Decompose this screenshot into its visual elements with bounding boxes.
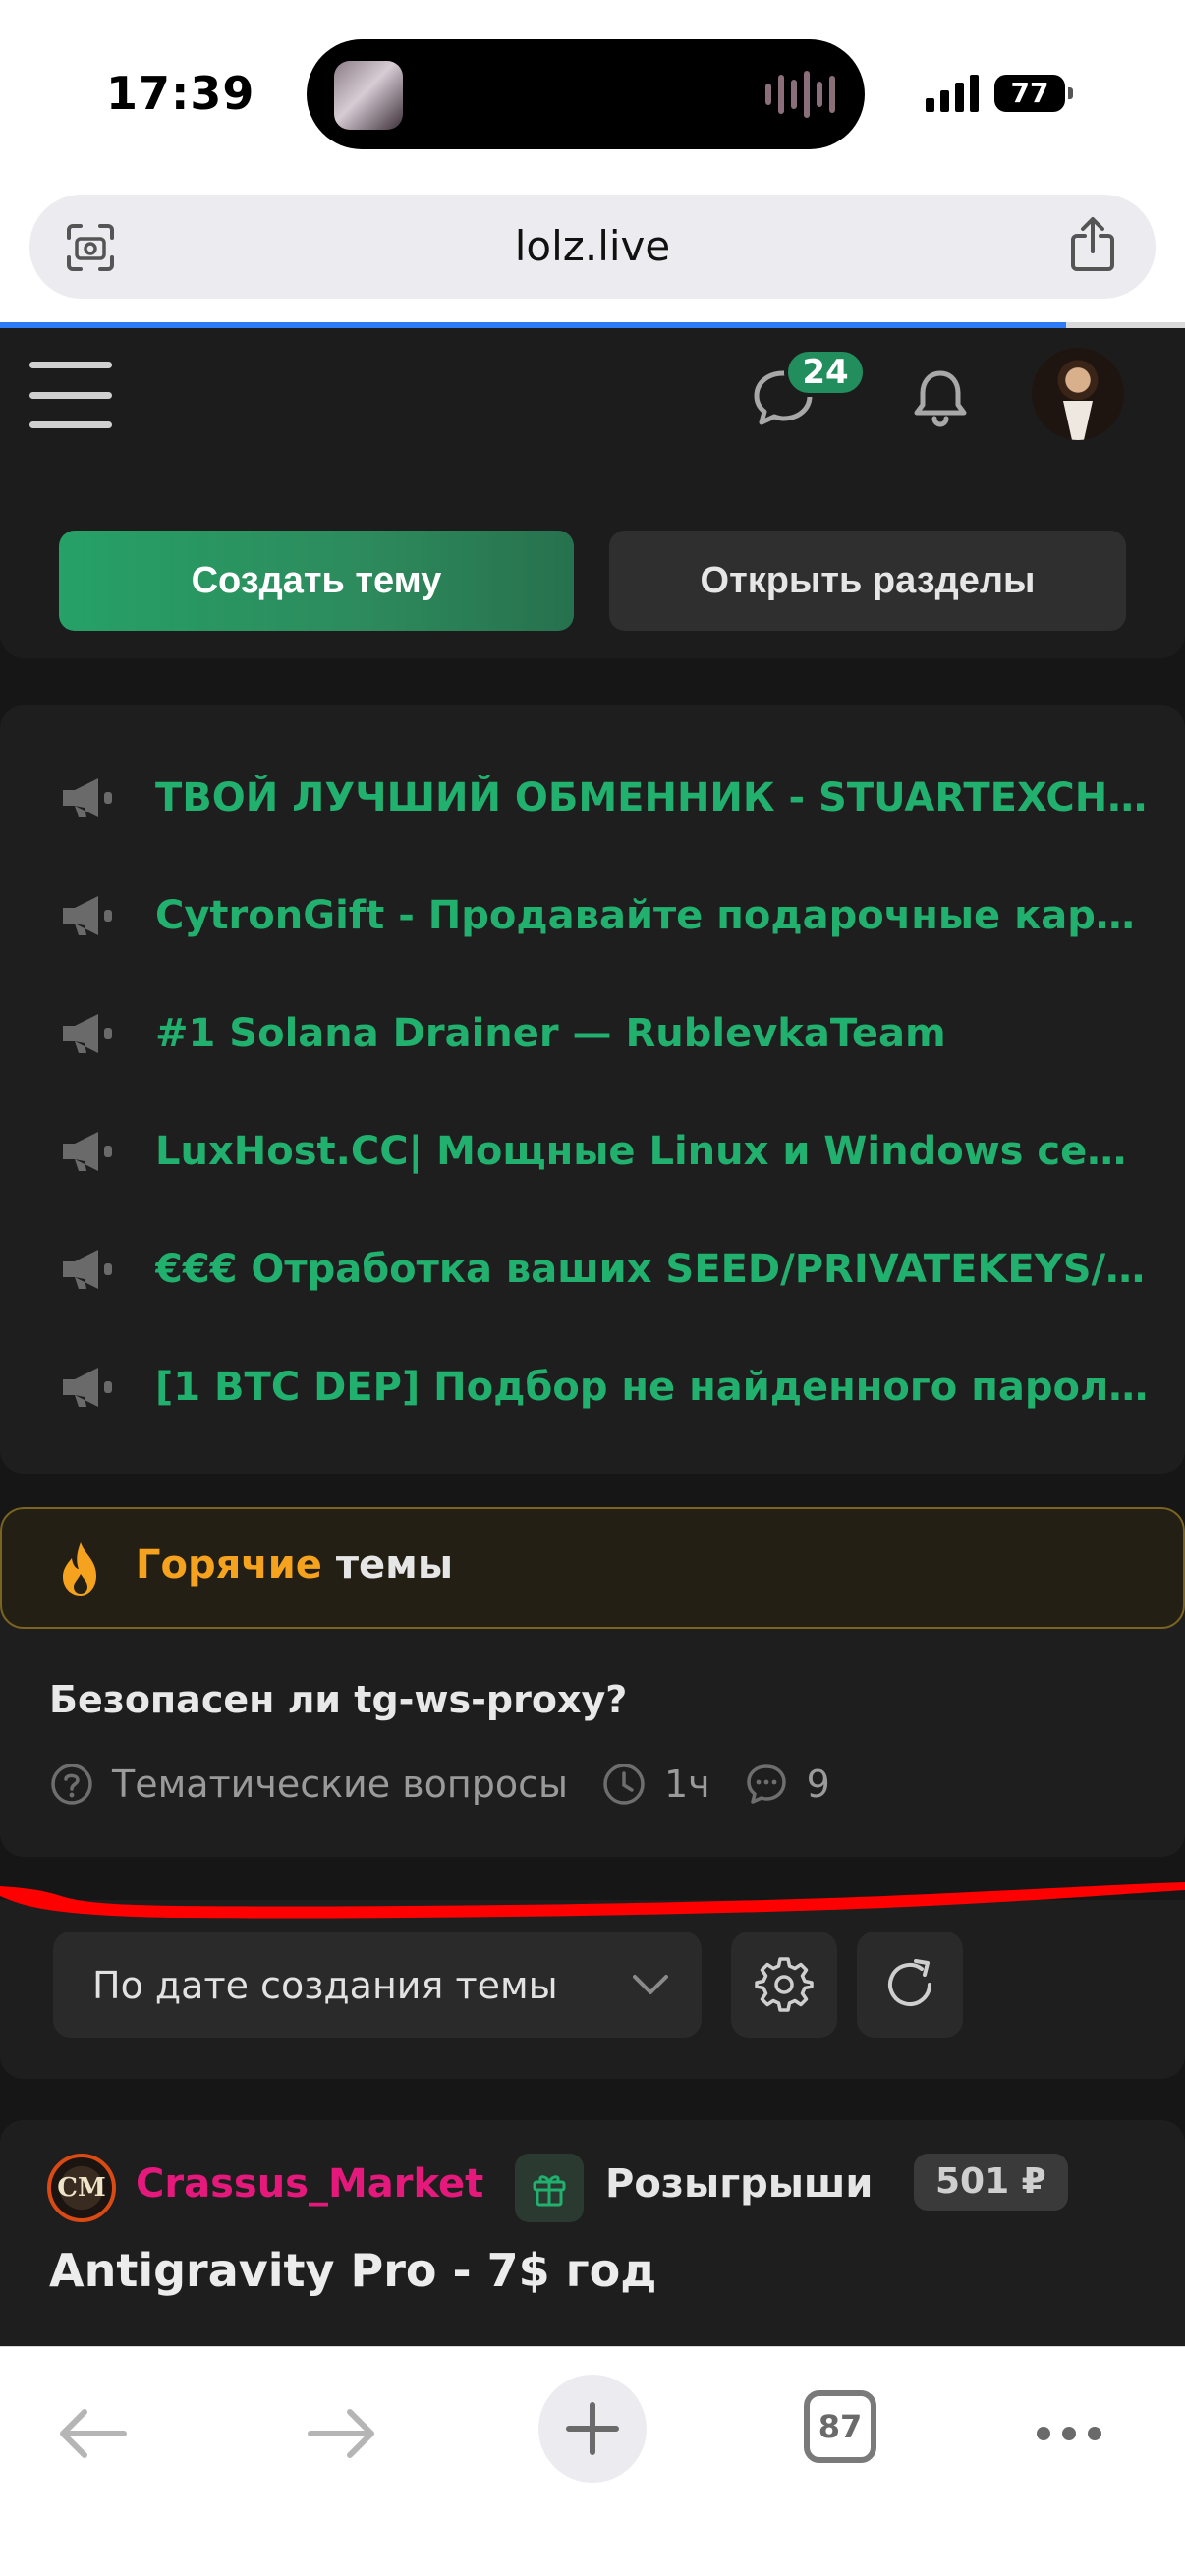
hot-threads-block: Горячие темы Безопасен ли tg-ws-proxy? Т… bbox=[0, 1507, 1185, 1857]
hot-title-rest: темы bbox=[335, 1542, 454, 1588]
messages-count-badge[interactable]: 24 bbox=[784, 348, 867, 397]
settings-button[interactable] bbox=[731, 1932, 837, 2038]
hot-threads-title: Горячие темы bbox=[136, 1542, 453, 1588]
ad-text[interactable]: LuxHost.CC| Мощные Linux и Windows серве… bbox=[155, 1129, 1150, 1174]
browser-toolbar: 87 bbox=[0, 2346, 1185, 2576]
ad-item[interactable]: [1 BTC DEP] Подбор не найденного пароля … bbox=[59, 1348, 1150, 1427]
now-playing-artwork bbox=[334, 61, 403, 130]
sort-selected-value[interactable]: По дате создания темы bbox=[92, 1964, 558, 2007]
new-tab-button[interactable] bbox=[538, 2375, 647, 2483]
status-time: 17:39 bbox=[106, 67, 255, 120]
ad-text[interactable]: €€€ Отработка ваших SEED/PRIVATEKEYS/WAL… bbox=[155, 1247, 1150, 1292]
more-dots-icon bbox=[1037, 2427, 1101, 2440]
site-header: 24 bbox=[0, 328, 1185, 505]
ad-text[interactable]: CytronGift - Продавайте подарочные карты bbox=[155, 893, 1150, 938]
ad-text[interactable]: ТВОЙ ЛУЧШИЙ ОБМЕННИК - STUARTEXCHANGE bbox=[155, 775, 1150, 820]
megaphone-icon bbox=[63, 778, 112, 817]
refresh-button[interactable] bbox=[857, 1932, 963, 2038]
address-bar[interactable]: lolz.live bbox=[29, 195, 1156, 299]
hot-title-accent: Горячие bbox=[136, 1542, 322, 1588]
refresh-icon bbox=[888, 1959, 931, 2006]
chevron-down-icon bbox=[633, 1975, 668, 1994]
plus-icon bbox=[566, 2402, 619, 2455]
ad-item[interactable]: €€€ Отработка ваших SEED/PRIVATEKEYS/WAL… bbox=[59, 1230, 1150, 1309]
megaphone-icon bbox=[63, 1250, 112, 1289]
hot-topic-title[interactable]: Безопасен ли tg-ws-proxy? bbox=[49, 1678, 627, 1721]
comments-icon bbox=[746, 1764, 786, 1804]
hot-topic-replies: 9 bbox=[806, 1763, 830, 1806]
thread-author[interactable]: Crassus_Market bbox=[136, 2161, 483, 2207]
create-thread-button[interactable]: Создать тему bbox=[59, 531, 574, 631]
megaphone-icon bbox=[63, 1132, 112, 1171]
ad-text[interactable]: [1 BTC DEP] Подбор не найденного пароля … bbox=[155, 1365, 1150, 1410]
clock-icon bbox=[603, 1764, 645, 1805]
ads-list: ТВОЙ ЛУЧШИЙ ОБМЕННИК - STUARTEXCHANGE Cy… bbox=[0, 705, 1185, 1474]
ad-text[interactable]: #1 Solana Drainer — RublevkaTeam bbox=[155, 1011, 946, 1056]
hot-topic-category[interactable]: Тематические вопросы bbox=[112, 1763, 568, 1806]
forward-button[interactable] bbox=[295, 2386, 389, 2481]
fire-icon bbox=[63, 1542, 96, 1596]
ad-item[interactable]: ТВОЙ ЛУЧШИЙ ОБМЕННИК - STUARTEXCHANGE bbox=[59, 758, 1150, 837]
sort-dropdown[interactable]: По дате создания темы bbox=[53, 1932, 702, 2038]
open-sections-button[interactable]: Открыть разделы bbox=[609, 531, 1126, 631]
megaphone-icon bbox=[63, 1368, 112, 1407]
bell-icon[interactable] bbox=[906, 364, 975, 432]
sort-toolbar: По дате создания темы bbox=[0, 1900, 1185, 2079]
author-avatar[interactable]: CM bbox=[47, 2154, 116, 2222]
hot-topic-age: 1ч bbox=[663, 1763, 710, 1806]
hot-threads-header[interactable]: Горячие темы bbox=[0, 1507, 1185, 1629]
cellular-signal-icon bbox=[926, 73, 979, 112]
more-button[interactable] bbox=[1022, 2386, 1116, 2481]
status-bar: 17:39 77 bbox=[0, 0, 1185, 187]
dynamic-island[interactable] bbox=[307, 39, 865, 149]
annotation-stroke bbox=[0, 1882, 1185, 1919]
gift-icon bbox=[533, 2175, 566, 2207]
user-avatar[interactable] bbox=[1032, 348, 1124, 440]
arrow-right-icon bbox=[308, 2409, 374, 2458]
thread-category[interactable]: Розыгрыши bbox=[605, 2161, 873, 2207]
arrow-left-icon bbox=[60, 2409, 127, 2458]
ad-item[interactable]: #1 Solana Drainer — RublevkaTeam bbox=[59, 994, 1150, 1073]
thread-card[interactable]: CM Crassus_Market Розыгрыши 501 ₽ Antigr… bbox=[0, 2120, 1185, 2346]
url-text[interactable]: lolz.live bbox=[29, 222, 1156, 270]
action-buttons: Создать тему Открыть разделы bbox=[0, 505, 1185, 658]
gear-icon bbox=[755, 1957, 814, 2012]
audio-wave-icon bbox=[765, 69, 835, 120]
battery-indicator: 77 bbox=[994, 75, 1073, 112]
back-button[interactable] bbox=[45, 2386, 140, 2481]
menu-icon[interactable] bbox=[29, 356, 112, 434]
forum-page: 24 Создать тему Открыть разделы ТВОЙ ЛУЧ… bbox=[0, 328, 1185, 2346]
tabs-button[interactable]: 87 bbox=[804, 2390, 876, 2463]
thread-title[interactable]: Antigravity Pro - 7$ год bbox=[49, 2244, 656, 2297]
megaphone-icon bbox=[63, 896, 112, 935]
ad-item[interactable]: LuxHost.CC| Мощные Linux и Windows серве… bbox=[59, 1112, 1150, 1191]
question-icon bbox=[51, 1764, 92, 1805]
megaphone-icon bbox=[63, 1014, 112, 1053]
thread-price-badge: 501 ₽ bbox=[914, 2154, 1068, 2211]
share-icon[interactable] bbox=[1067, 216, 1118, 273]
hot-topic-meta: Тематические вопросы 1ч 9 bbox=[49, 1759, 830, 1810]
category-badge[interactable] bbox=[515, 2154, 584, 2222]
ad-item[interactable]: CytronGift - Продавайте подарочные карты bbox=[59, 876, 1150, 955]
